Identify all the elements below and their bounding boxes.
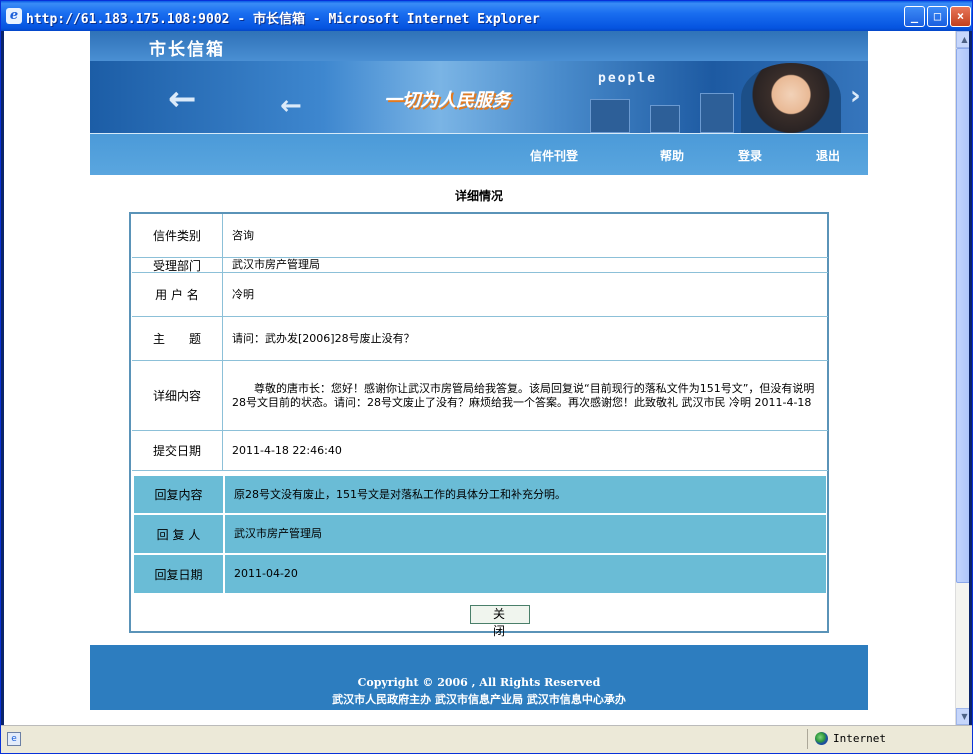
- row-subject: 主 题 请问：武办发[2006]28号废止没有？: [132, 317, 828, 361]
- row-submit-date: 提交日期 2011-4-18 22:46:40: [132, 431, 828, 471]
- building-image: [700, 93, 734, 133]
- row-label: 主 题: [132, 317, 223, 360]
- row-label: 用 户 名: [132, 273, 223, 316]
- row-reply-content: 回复内容 原28号文没有废止，151号文是对落私工作的具体分工和补充分明。: [134, 476, 826, 515]
- people-text: people: [598, 71, 657, 86]
- row-username: 用 户 名 冷明: [132, 273, 828, 317]
- row-value: 2011-4-18 22:46:40: [232, 443, 342, 457]
- zone-label: Internet: [833, 732, 886, 745]
- building-image: [650, 105, 680, 133]
- page-content: 市长信箱 ← ← 一切为人民服务 people › 信件刊登 帮助 登录 退出 …: [90, 31, 868, 725]
- globe-icon: [815, 732, 828, 745]
- row-label: 详细内容: [132, 361, 223, 430]
- arrow-left-icon: ←: [168, 79, 197, 119]
- row-value: 武汉市房产管理局: [232, 258, 320, 271]
- row-label: 受理部门: [132, 258, 223, 273]
- row-department: 受理部门 武汉市房产管理局: [132, 258, 828, 273]
- nav-item-published-letters[interactable]: 信件刊登: [530, 147, 578, 164]
- page-heading: 详细情况: [454, 189, 503, 203]
- row-value: 尊敬的唐市长：您好！感谢你让武汉市房管局给我答复。该局回复说“目前现行的落私文件…: [232, 381, 815, 409]
- row-category: 信件类别 咨询: [132, 214, 828, 258]
- host-text: 武汉市人民政府主办 武汉市信息产业局 武汉市信息中心承办: [332, 693, 626, 706]
- browser-window: e http://61.183.175.108:9002 - 市长信箱 - Mi…: [0, 0, 973, 754]
- detail-table: 信件类别 咨询 受理部门 武汉市房产管理局 用 户 名 冷明 主 题 请问：武办…: [129, 212, 829, 638]
- scroll-thumb[interactable]: [956, 48, 969, 583]
- hero-banner: ← ← 一切为人民服务 people ›: [90, 61, 868, 133]
- nav-item-help[interactable]: 帮助: [660, 147, 684, 164]
- site-footer: Copyright © 2006 , All Rights Reserved 武…: [90, 645, 868, 710]
- title-bar[interactable]: e http://61.183.175.108:9002 - 市长信箱 - Mi…: [1, 1, 972, 31]
- arrow-left-small-icon: ←: [280, 91, 302, 121]
- operator-photo: [741, 63, 841, 133]
- nav-bar: 信件刊登 帮助 登录 退出: [90, 133, 868, 175]
- site-banner: 市长信箱: [90, 31, 868, 61]
- ie-icon: e: [6, 8, 22, 24]
- row-label: 回 复 人: [134, 515, 225, 553]
- nav-item-login[interactable]: 登录: [738, 147, 762, 164]
- row-value: 冷明: [232, 287, 254, 301]
- status-bar: e Internet: [1, 725, 972, 753]
- row-replier: 回 复 人 武汉市房产管理局: [134, 515, 826, 555]
- close-button[interactable]: 关 闭: [470, 605, 530, 638]
- window-title: http://61.183.175.108:9002 - 市长信箱 - Micr…: [26, 12, 540, 27]
- row-value: 咨询: [232, 228, 254, 242]
- maximize-button[interactable]: □: [927, 6, 948, 27]
- row-value: 武汉市房产管理局: [234, 527, 322, 540]
- site-title: 市长信箱: [149, 40, 225, 60]
- scroll-up-arrow-icon[interactable]: ▲: [956, 31, 969, 48]
- nav-item-logout[interactable]: 退出: [816, 147, 840, 164]
- row-label: 回复日期: [134, 555, 225, 593]
- row-label: 回复内容: [134, 476, 225, 513]
- security-zone: Internet: [815, 732, 886, 745]
- page-viewport: 市长信箱 ← ← 一切为人民服务 people › 信件刊登 帮助 登录 退出 …: [4, 31, 969, 725]
- row-value: 请问：武办发[2006]28号废止没有？: [232, 331, 415, 345]
- building-image: [590, 99, 630, 133]
- scroll-down-arrow-icon[interactable]: ▼: [956, 708, 969, 725]
- page-done-icon: e: [7, 732, 21, 746]
- status-divider: [807, 729, 808, 749]
- row-label: 提交日期: [132, 431, 223, 470]
- minimize-button[interactable]: _: [904, 6, 925, 27]
- row-value: 原28号文没有废止，151号文是对落私工作的具体分工和补充分明。: [234, 487, 566, 501]
- slogan: 一切为人民服务: [384, 90, 510, 111]
- copyright-text: Copyright © 2006 , All Rights Reserved: [357, 676, 601, 689]
- row-content: 详细内容 尊敬的唐市长：您好！感谢你让武汉市房管局给我答复。该局回复说“目前现行…: [132, 361, 828, 431]
- row-label: 信件类别: [132, 214, 223, 257]
- arrow-right-icon: ›: [850, 81, 861, 111]
- vertical-scrollbar[interactable]: ▲ ▼: [955, 31, 969, 725]
- close-window-button[interactable]: ×: [950, 6, 971, 27]
- row-value: 2011-04-20: [234, 567, 298, 580]
- row-reply-date: 回复日期 2011-04-20: [134, 555, 826, 595]
